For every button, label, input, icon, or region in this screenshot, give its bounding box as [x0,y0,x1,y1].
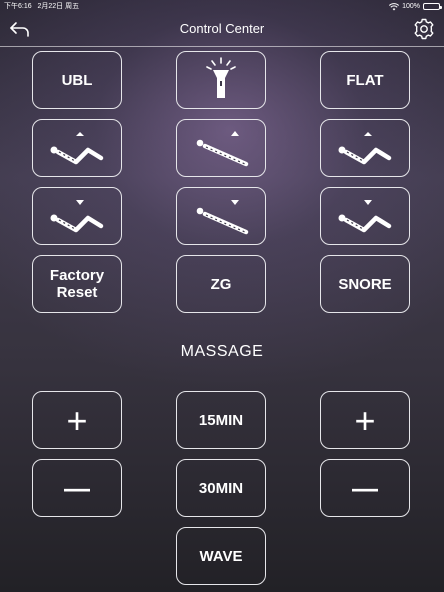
snore-label: SNORE [338,275,392,293]
back-up-button[interactable] [176,119,266,177]
leg-up-button[interactable] [320,119,410,177]
light-button[interactable] [176,51,266,109]
status-right: 100% [389,0,442,13]
battery-percent: 100% [402,3,420,10]
status-date: 2月22日 周五 [37,3,80,10]
timer-15min-button[interactable]: 15MIN [176,391,266,449]
head-down-button[interactable] [32,187,122,245]
factory-reset-label: Factory Reset [49,267,105,301]
timer-30min-label: 30MIN [198,479,244,497]
head-down-icon [50,200,104,233]
minus-left-label: — [64,472,90,503]
zg-button[interactable]: ZG [176,255,266,313]
back-down-button[interactable] [176,187,266,245]
minus-right-label: — [352,472,378,503]
massage-left-plus-button[interactable]: + [32,391,122,449]
leg-up-icon [338,132,392,165]
status-time-text: 下午6:16 [4,3,32,10]
ubl-button[interactable]: UBL [32,51,122,109]
wifi-icon [389,2,400,10]
leg-down-button[interactable] [320,187,410,245]
snore-button[interactable]: SNORE [320,255,410,313]
massage-right-minus-button[interactable]: — [320,459,410,517]
plus-left-label: + [66,399,88,441]
factory-reset-button[interactable]: Factory Reset [32,255,122,313]
massage-section-title: MASSAGE [180,343,264,360]
back-down-icon [196,200,249,235]
page-title: Control Center [179,21,265,36]
flashlight-icon [206,57,236,98]
head-up-icon [50,132,104,165]
head-up-button[interactable] [32,119,122,177]
flat-label: FLAT [346,71,384,89]
leg-down-icon [338,200,392,233]
massage-left-minus-button[interactable]: — [32,459,122,517]
gear-icon[interactable] [413,18,435,40]
massage-right-plus-button[interactable]: + [320,391,410,449]
back-up-icon [196,131,249,167]
nav-bar: Control Center [0,13,444,47]
wave-label: WAVE [199,547,243,565]
timer-15min-label: 15MIN [198,411,244,429]
zg-label: ZG [210,275,232,293]
status-bar: 下午6:16 2月22日 周五 100% [0,0,444,13]
wave-button[interactable]: WAVE [176,527,266,585]
flat-button[interactable]: FLAT [320,51,410,109]
plus-right-label: + [354,399,376,441]
status-time: 下午6:16 2月22日 周五 [4,0,79,13]
battery-icon [423,3,442,10]
ubl-label: UBL [61,71,93,89]
timer-30min-button[interactable]: 30MIN [176,459,266,517]
